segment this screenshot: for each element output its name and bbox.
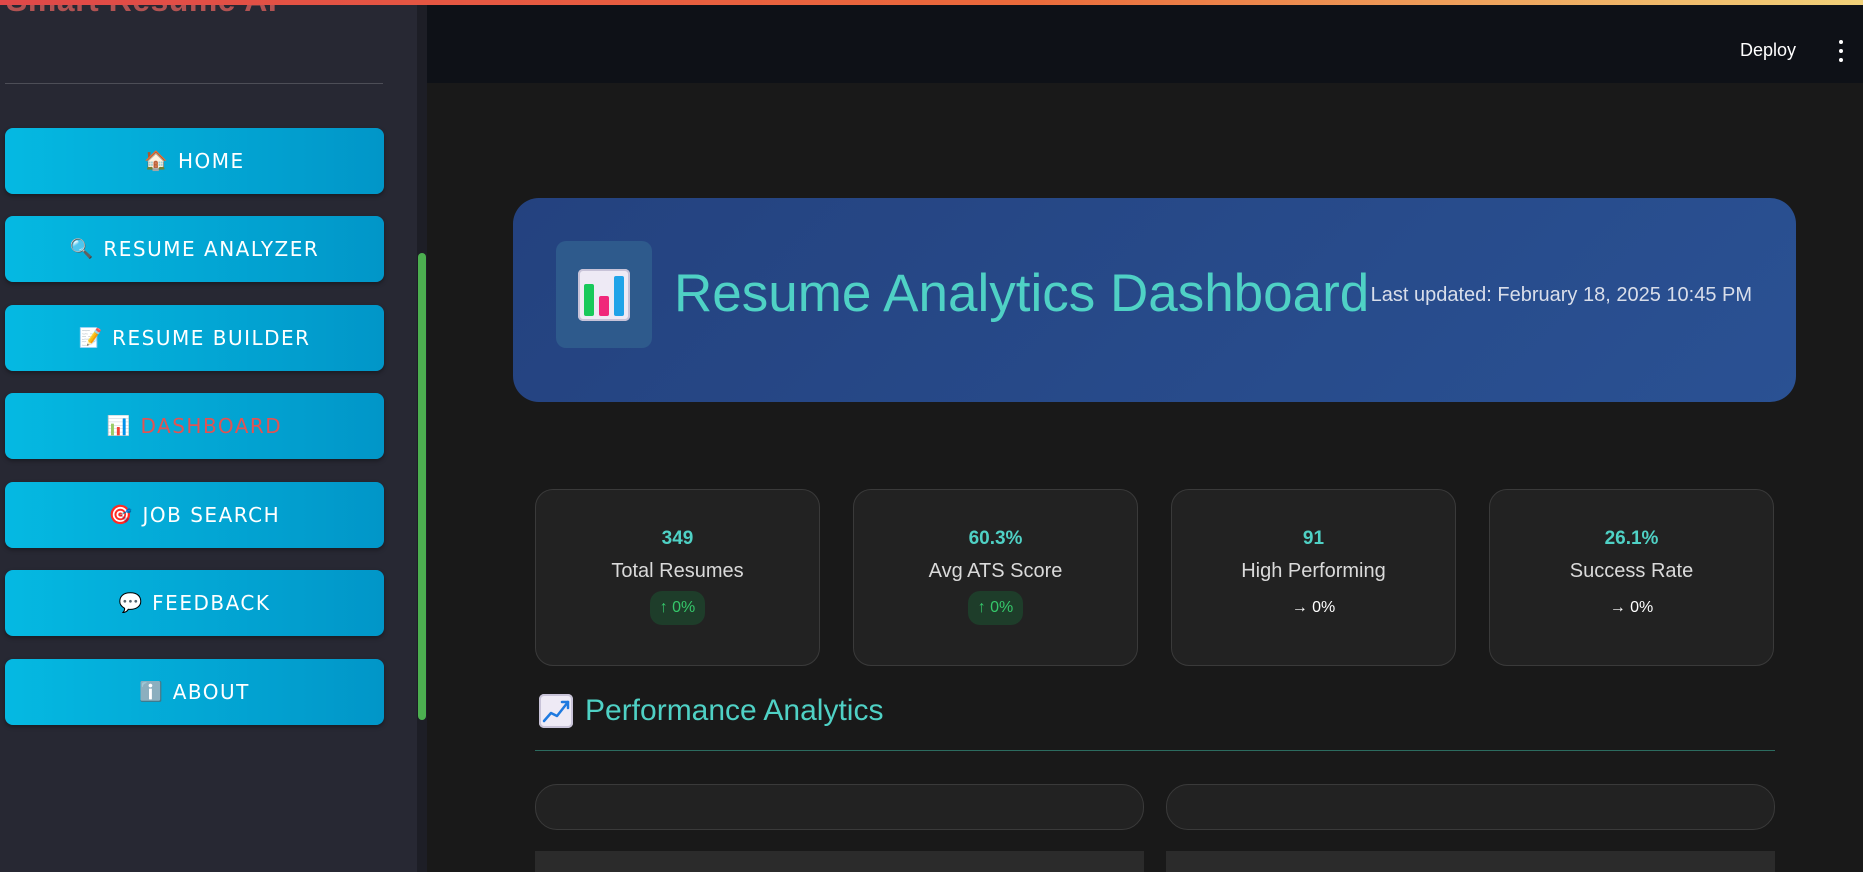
sidebar: Smart Resume AI 🏠 HOME 🔍 RESUME ANALYZER…	[0, 0, 417, 872]
stat-card-avg-ats-score: 60.3% Avg ATS Score ↑ 0%	[853, 489, 1138, 666]
target-icon: 🎯	[108, 503, 133, 526]
kebab-dot-icon	[1839, 58, 1843, 62]
sidebar-divider	[5, 83, 383, 84]
stat-label: Total Resumes	[611, 560, 744, 582]
sidebar-item-dashboard[interactable]: 📊 DASHBOARD	[5, 393, 384, 459]
stat-value: 91	[1302, 528, 1325, 549]
performance-analytics-heading: Performance Analytics	[539, 694, 883, 728]
sidebar-item-home[interactable]: 🏠 HOME	[5, 128, 384, 194]
chart-panel-right	[1166, 851, 1775, 872]
chart-increasing-icon	[539, 694, 573, 728]
stat-value: 349	[661, 528, 694, 549]
stat-delta-badge: ↑ 0%	[649, 591, 706, 625]
stat-label: Success Rate	[1569, 560, 1694, 582]
sidebar-scrollbar-thumb[interactable]	[418, 253, 426, 720]
stat-value: 60.3%	[968, 528, 1023, 549]
section-divider	[535, 750, 1775, 751]
sidebar-item-job-search[interactable]: 🎯 JOB SEARCH	[5, 482, 384, 548]
magnifier-icon: 🔍	[69, 237, 94, 260]
stat-label: Avg ATS Score	[928, 560, 1063, 582]
sidebar-item-label: FEEDBACK	[152, 591, 271, 615]
sidebar-item-resume-analyzer[interactable]: 🔍 RESUME ANALYZER	[5, 216, 384, 282]
sidebar-item-feedback[interactable]: 💬 FEEDBACK	[5, 570, 384, 636]
stat-card-total-resumes: 349 Total Resumes ↑ 0%	[535, 489, 820, 666]
sidebar-item-label: RESUME BUILDER	[112, 326, 311, 350]
stat-delta-badge: → 0%	[1609, 599, 1654, 616]
stat-card-success-rate: 26.1% Success Rate → 0%	[1489, 489, 1774, 666]
info-icon: ℹ️	[139, 680, 163, 703]
deploy-button[interactable]: Deploy	[1730, 36, 1806, 65]
sidebar-item-about[interactable]: ℹ️ ABOUT	[5, 659, 384, 725]
sidebar-item-label: HOME	[177, 149, 245, 173]
kebab-dot-icon	[1839, 40, 1843, 44]
house-icon: 🏠	[144, 149, 168, 172]
stat-value: 26.1%	[1604, 528, 1659, 549]
kebab-dot-icon	[1839, 49, 1843, 53]
page-title: Resume Analytics Dashboard	[674, 264, 1370, 323]
speech-bubble-icon: 💬	[118, 591, 143, 614]
bar-chart-icon	[578, 268, 630, 321]
last-updated-text: Last updated: February 18, 2025 10:45 PM	[1370, 284, 1752, 306]
bar-chart-icon: 📊	[106, 414, 131, 437]
top-decoration-bar	[0, 0, 1863, 5]
section-title: Performance Analytics	[585, 694, 884, 727]
stat-label: High Performing	[1241, 560, 1386, 582]
sidebar-item-label: DASHBOARD	[140, 414, 283, 438]
header-bar	[427, 0, 1863, 83]
chart-panel-left	[535, 851, 1144, 872]
stat-card-high-performing: 91 High Performing → 0%	[1171, 489, 1456, 666]
chart-header-left	[535, 784, 1144, 830]
sidebar-item-label: RESUME ANALYZER	[103, 237, 320, 261]
hero-icon-box	[556, 241, 652, 348]
memo-icon: 📝	[78, 326, 103, 349]
more-menu-button[interactable]	[1829, 38, 1853, 64]
sidebar-item-label: ABOUT	[172, 680, 250, 704]
sidebar-item-label: JOB SEARCH	[142, 503, 281, 527]
stat-delta-badge: → 0%	[1291, 599, 1336, 616]
stat-delta-badge: ↑ 0%	[967, 591, 1024, 625]
sidebar-item-resume-builder[interactable]: 📝 RESUME BUILDER	[5, 305, 384, 371]
chart-header-right	[1166, 784, 1775, 830]
dashboard-hero-banner: Resume Analytics Dashboard Last updated:…	[513, 198, 1796, 402]
